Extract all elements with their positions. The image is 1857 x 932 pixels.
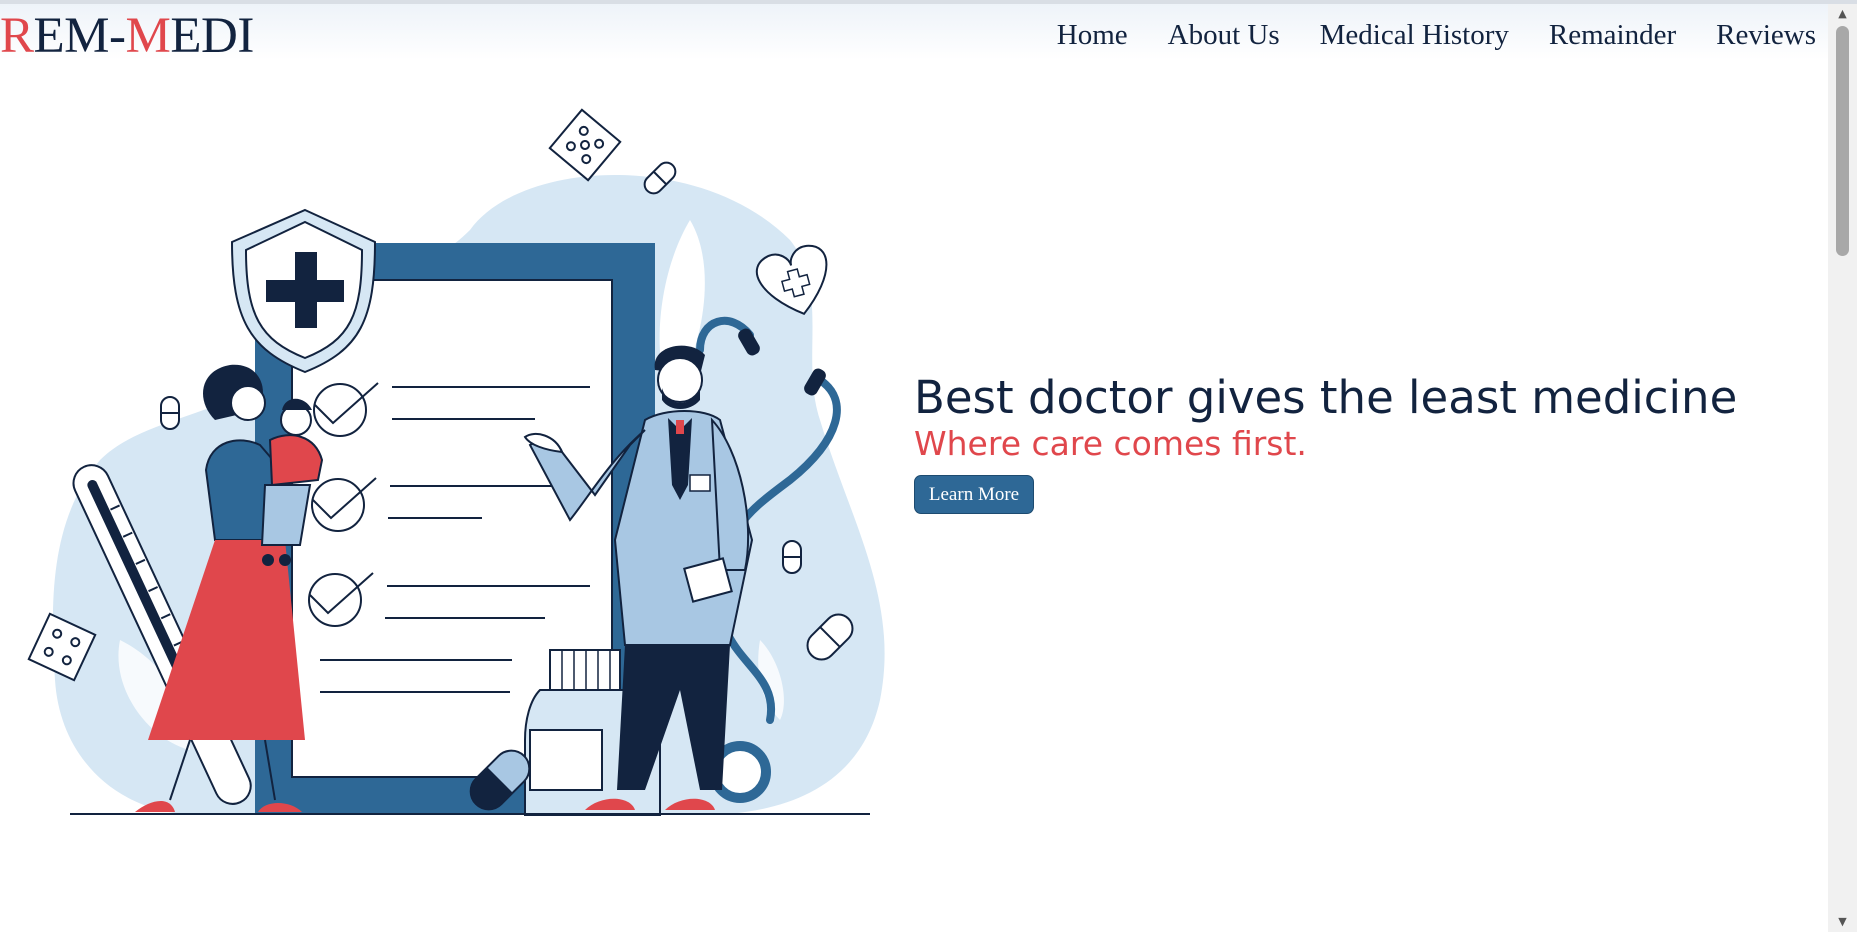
nav-reviews[interactable]: Reviews [1716,16,1816,54]
capsule-icon [160,396,180,430]
capsule-icon [782,540,802,574]
vertical-scrollbar[interactable]: ▲ ▼ [1828,4,1857,932]
hero-illustration [27,108,885,816]
pill-pack-icon [548,108,622,182]
nav-home[interactable]: Home [1057,16,1128,54]
scroll-down-arrow-icon[interactable]: ▼ [1828,912,1857,932]
nav-about-us[interactable]: About Us [1168,16,1280,54]
scroll-thumb[interactable] [1836,26,1849,256]
nav-medical-history[interactable]: Medical History [1320,16,1509,54]
nav-remainder[interactable]: Remainder [1549,16,1676,54]
brand-logo[interactable]: REM-MEDI [0,10,254,62]
main-nav: Home About Us Medical History Remainder … [1057,16,1828,54]
hero-tagline: Where care comes first. [914,424,1307,463]
learn-more-button[interactable]: Learn More [914,475,1034,514]
hero-headline: Best doctor gives the least medicine [914,371,1738,424]
site-header: REM-MEDI Home About Us Medical History R… [0,4,1828,62]
scroll-up-arrow-icon[interactable]: ▲ [1828,4,1857,24]
